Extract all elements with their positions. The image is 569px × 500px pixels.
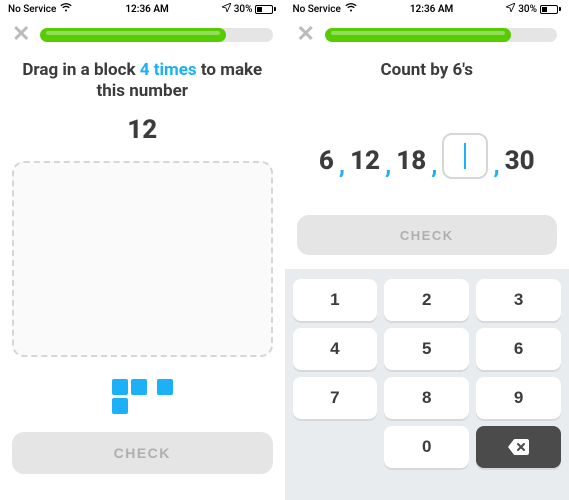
carrier-text: No Service [8,4,56,15]
key-3[interactable]: 3 [476,279,561,321]
key-7[interactable]: 7 [293,377,378,419]
backspace-key[interactable] [476,426,561,468]
keypad: 1 2 3 4 5 6 7 8 9 0 [293,279,562,468]
key-9[interactable]: 9 [476,377,561,419]
key-2[interactable]: 2 [384,279,469,321]
status-right: 30% [506,3,561,15]
nav-row: ✕ [0,18,285,52]
backspace-icon [508,439,530,455]
clock: 12:36 AM [125,4,169,15]
seq-num: 12 [350,146,380,176]
prompt-text: Drag in a block 4 times to make this num… [0,52,285,107]
status-left: No Service [8,3,72,15]
progress-fill [325,28,511,42]
nav-row: ✕ [285,18,569,52]
battery-pct: 30% [234,4,253,15]
close-icon[interactable]: ✕ [12,24,30,46]
seq-num: 18 [396,146,426,176]
status-bar: No Service 12:36 AM 30% [285,0,569,18]
comma: , [339,151,345,179]
block-cluster-2[interactable] [157,379,173,414]
prompt-text: Count by 6's [285,52,569,85]
wifi-icon [60,3,72,15]
key-8[interactable]: 8 [384,377,469,419]
key-6[interactable]: 6 [476,328,561,370]
location-icon [506,3,515,15]
progress-bar [325,28,557,42]
carrier-text: No Service [293,4,341,15]
status-left: No Service [293,3,357,15]
key-0[interactable]: 0 [384,426,469,468]
close-icon[interactable]: ✕ [297,24,315,46]
key-5[interactable]: 5 [384,328,469,370]
battery-pct: 30% [518,4,537,15]
location-icon [222,3,231,15]
screen-left: No Service 12:36 AM 30% ✕ Drag in a bloc… [0,0,285,500]
drop-zone[interactable] [12,161,273,357]
seq-num: 30 [505,146,535,176]
cursor [464,143,466,169]
key-1[interactable]: 1 [293,279,378,321]
status-right: 30% [222,3,277,15]
progress-fill [40,28,226,42]
key-4[interactable]: 4 [293,328,378,370]
check-button[interactable]: CHECK [12,432,273,474]
wifi-icon [345,3,357,15]
status-bar: No Service 12:36 AM 30% [0,0,285,18]
block-cluster-1[interactable] [112,379,147,414]
target-number: 12 [0,115,285,145]
seq-num: 6 [319,146,334,176]
clock: 12:36 AM [410,4,454,15]
comma: , [493,151,499,179]
answer-input[interactable] [442,133,488,179]
comma: , [431,151,437,179]
check-button[interactable]: CHECK [297,215,558,255]
prompt-accent: 4 times [140,60,197,80]
block-palette [0,379,285,414]
comma: , [385,151,391,179]
screen-right: No Service 12:36 AM 30% ✕ Count by 6's 6… [285,0,569,500]
progress-bar [40,28,272,42]
battery-icon [255,5,276,14]
prompt-pre: Drag in a block [22,60,139,80]
number-sequence: 6 , 12 , 18 , , 30 [285,133,569,179]
battery-icon [540,5,561,14]
keypad-panel: 1 2 3 4 5 6 7 8 9 0 [285,269,569,500]
